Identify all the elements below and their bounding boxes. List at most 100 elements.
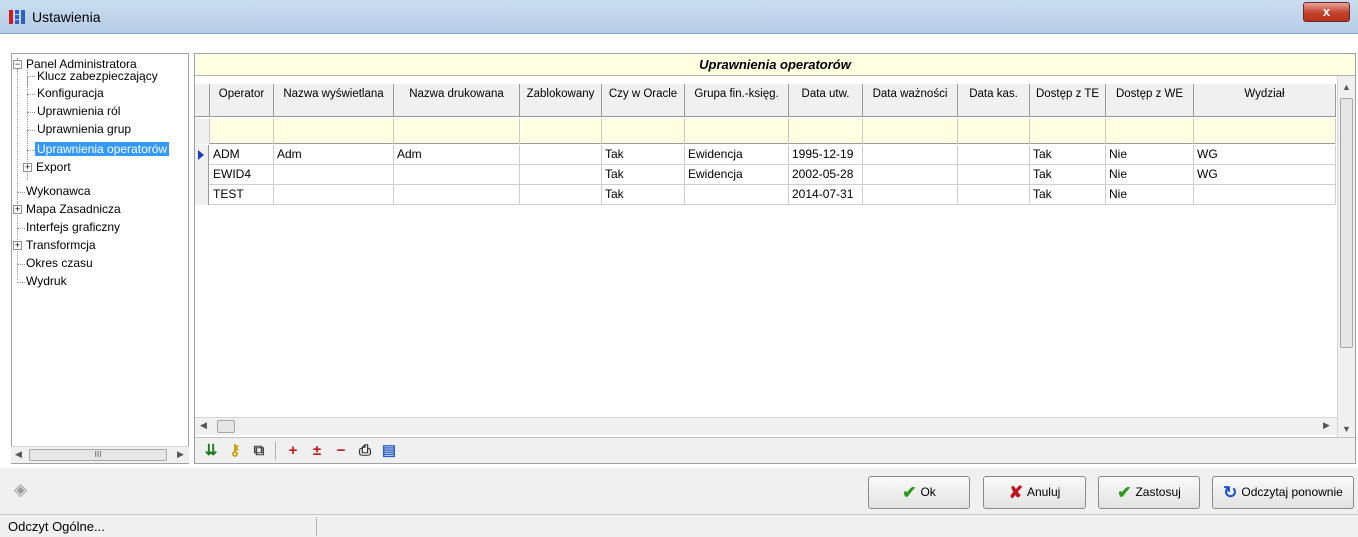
column-header[interactable]: Dostęp z WE	[1106, 84, 1194, 117]
expand-icon[interactable]: +	[13, 241, 22, 250]
cell-data-waznosci[interactable]	[863, 185, 958, 205]
cell-nazwa-drukowana[interactable]	[394, 165, 520, 185]
key-icon[interactable]: ⚷	[225, 441, 245, 461]
print-icon[interactable]: ⎙	[355, 441, 375, 461]
cell-operator[interactable]: TEST	[210, 185, 274, 205]
add-icon[interactable]: +	[283, 441, 303, 461]
cell-dostep-te[interactable]: Tak	[1030, 145, 1106, 165]
cell-dostep-te[interactable]: Tak	[1030, 165, 1106, 185]
tree-item-klucz-zabezpieczajacy[interactable]: Klucz zabezpieczający	[37, 68, 158, 85]
filter-input[interactable]	[602, 119, 685, 144]
tree-item-export[interactable]: + Export	[12, 159, 71, 176]
report-icon[interactable]: ▤	[379, 441, 399, 461]
cell-operator[interactable]: ADM	[210, 145, 274, 165]
cell-nazwa-drukowana[interactable]: Adm	[394, 145, 520, 165]
cell-grupa[interactable]: Ewidencja	[685, 165, 789, 185]
cell-zablokowany[interactable]	[520, 165, 602, 185]
filter-input[interactable]	[863, 119, 958, 144]
tree-item-okres-czasu[interactable]: Okres czasu	[26, 255, 93, 272]
scroll-left-icon[interactable]: ◀	[200, 420, 207, 431]
ok-button[interactable]: ✔ Ok	[868, 476, 970, 509]
tree-item-uprawnienia-grup[interactable]: Uprawnienia grup	[37, 121, 131, 138]
cell-operator[interactable]: EWID4	[210, 165, 274, 185]
expand-icon[interactable]: +	[23, 163, 32, 172]
table-row[interactable]: TEST Tak 2014-07-31 Tak Nie	[195, 185, 1336, 205]
cell-wydzial[interactable]	[1194, 185, 1336, 205]
tree-item-wykonawca[interactable]: Wykonawca	[26, 183, 91, 200]
grid-horizontal-scrollbar[interactable]: ◀ ▶	[195, 417, 1337, 435]
cell-data-utw[interactable]: 1995-12-19	[789, 145, 863, 165]
cell-nazwa-drukowana[interactable]	[394, 185, 520, 205]
filter-input[interactable]	[210, 119, 274, 144]
column-header[interactable]: Dostęp z TE	[1030, 84, 1106, 117]
tree-item-wydruk[interactable]: Wydruk	[26, 273, 67, 290]
expand-icon[interactable]: +	[13, 205, 22, 214]
cell-nazwa-wyswietlana[interactable]	[274, 165, 394, 185]
column-header[interactable]: Czy w Oracle	[602, 84, 685, 117]
scroll-up-icon[interactable]: ▲	[1342, 82, 1351, 92]
cell-nazwa-wyswietlana[interactable]: Adm	[274, 145, 394, 165]
filter-input[interactable]	[789, 119, 863, 144]
scroll-thumb[interactable]	[217, 420, 235, 433]
tree-item-interfejs-graficzny[interactable]: Interfejs graficzny	[26, 219, 120, 236]
column-header[interactable]: Grupa fin.-księg.	[685, 84, 789, 117]
import-icon[interactable]: ⇊	[201, 441, 221, 461]
column-header[interactable]: Wydział	[1194, 84, 1336, 117]
reload-button[interactable]: ↻ Odczytaj ponownie	[1212, 476, 1354, 509]
column-header[interactable]: Nazwa wyświetlana	[274, 84, 394, 117]
cell-zablokowany[interactable]	[520, 145, 602, 165]
scroll-right-icon[interactable]: ▶	[177, 449, 184, 460]
cell-wydzial[interactable]: WG	[1194, 165, 1336, 185]
cell-data-kas[interactable]	[958, 185, 1030, 205]
filter-input[interactable]	[1106, 119, 1194, 144]
column-header[interactable]: Nazwa drukowana	[394, 84, 520, 117]
table-row[interactable]: ADM Adm Adm Tak Ewidencja 1995-12-19 Tak…	[195, 145, 1336, 165]
tree-item-uprawnienia-operatorow[interactable]: Uprawnienia operatorów	[35, 141, 170, 158]
filter-input[interactable]	[394, 119, 520, 144]
scroll-down-icon[interactable]: ▼	[1342, 424, 1351, 434]
filter-input[interactable]	[1030, 119, 1106, 144]
copy-icon[interactable]: ⧉	[249, 441, 269, 461]
add-remove-icon[interactable]: ±	[307, 441, 327, 461]
column-header[interactable]: Data utw.	[789, 84, 863, 117]
cell-dostep-we[interactable]: Nie	[1106, 145, 1194, 165]
cell-nazwa-wyswietlana[interactable]	[274, 185, 394, 205]
cell-data-waznosci[interactable]	[863, 165, 958, 185]
grid-vertical-scrollbar[interactable]: ▲ ▼	[1337, 76, 1355, 443]
cell-zablokowany[interactable]	[520, 185, 602, 205]
column-header[interactable]: Operator	[210, 84, 274, 117]
cell-data-kas[interactable]	[958, 145, 1030, 165]
column-header[interactable]: Data kas.	[958, 84, 1030, 117]
scroll-thumb[interactable]	[1340, 98, 1353, 348]
scroll-right-icon[interactable]: ▶	[1323, 420, 1330, 431]
filter-input[interactable]	[958, 119, 1030, 144]
eraser-icon[interactable]: ◈	[14, 480, 27, 500]
cell-wydzial[interactable]: WG	[1194, 145, 1336, 165]
cancel-button[interactable]: ✘ Anuluj	[983, 476, 1086, 509]
scroll-left-icon[interactable]: ◀	[15, 449, 22, 460]
cell-czy-w-oracle[interactable]: Tak	[602, 145, 685, 165]
column-header[interactable]: Data ważności	[863, 84, 958, 117]
filter-input[interactable]	[685, 119, 789, 144]
filter-input[interactable]	[1194, 119, 1336, 144]
close-button[interactable]: x	[1303, 2, 1350, 22]
cell-grupa[interactable]	[685, 185, 789, 205]
table-row[interactable]: EWID4 Tak Ewidencja 2002-05-28 Tak Nie W…	[195, 165, 1336, 185]
cell-czy-w-oracle[interactable]: Tak	[602, 165, 685, 185]
cell-data-utw[interactable]: 2002-05-28	[789, 165, 863, 185]
cell-dostep-te[interactable]: Tak	[1030, 185, 1106, 205]
cell-czy-w-oracle[interactable]: Tak	[602, 185, 685, 205]
tree-item-uprawnienia-rol[interactable]: Uprawnienia ról	[37, 103, 120, 120]
collapse-icon[interactable]: −	[13, 60, 22, 69]
cell-data-utw[interactable]: 2014-07-31	[789, 185, 863, 205]
tree-horizontal-scrollbar[interactable]: ◀ III ▶	[11, 446, 189, 463]
cell-dostep-we[interactable]: Nie	[1106, 185, 1194, 205]
column-header[interactable]: Zablokowany	[520, 84, 602, 117]
scroll-thumb[interactable]: III	[29, 449, 167, 461]
apply-button[interactable]: ✔ Zastosuj	[1098, 476, 1200, 509]
cell-data-kas[interactable]	[958, 165, 1030, 185]
remove-icon[interactable]: −	[331, 441, 351, 461]
filter-input[interactable]	[520, 119, 602, 144]
cell-dostep-we[interactable]: Nie	[1106, 165, 1194, 185]
cell-data-waznosci[interactable]	[863, 145, 958, 165]
